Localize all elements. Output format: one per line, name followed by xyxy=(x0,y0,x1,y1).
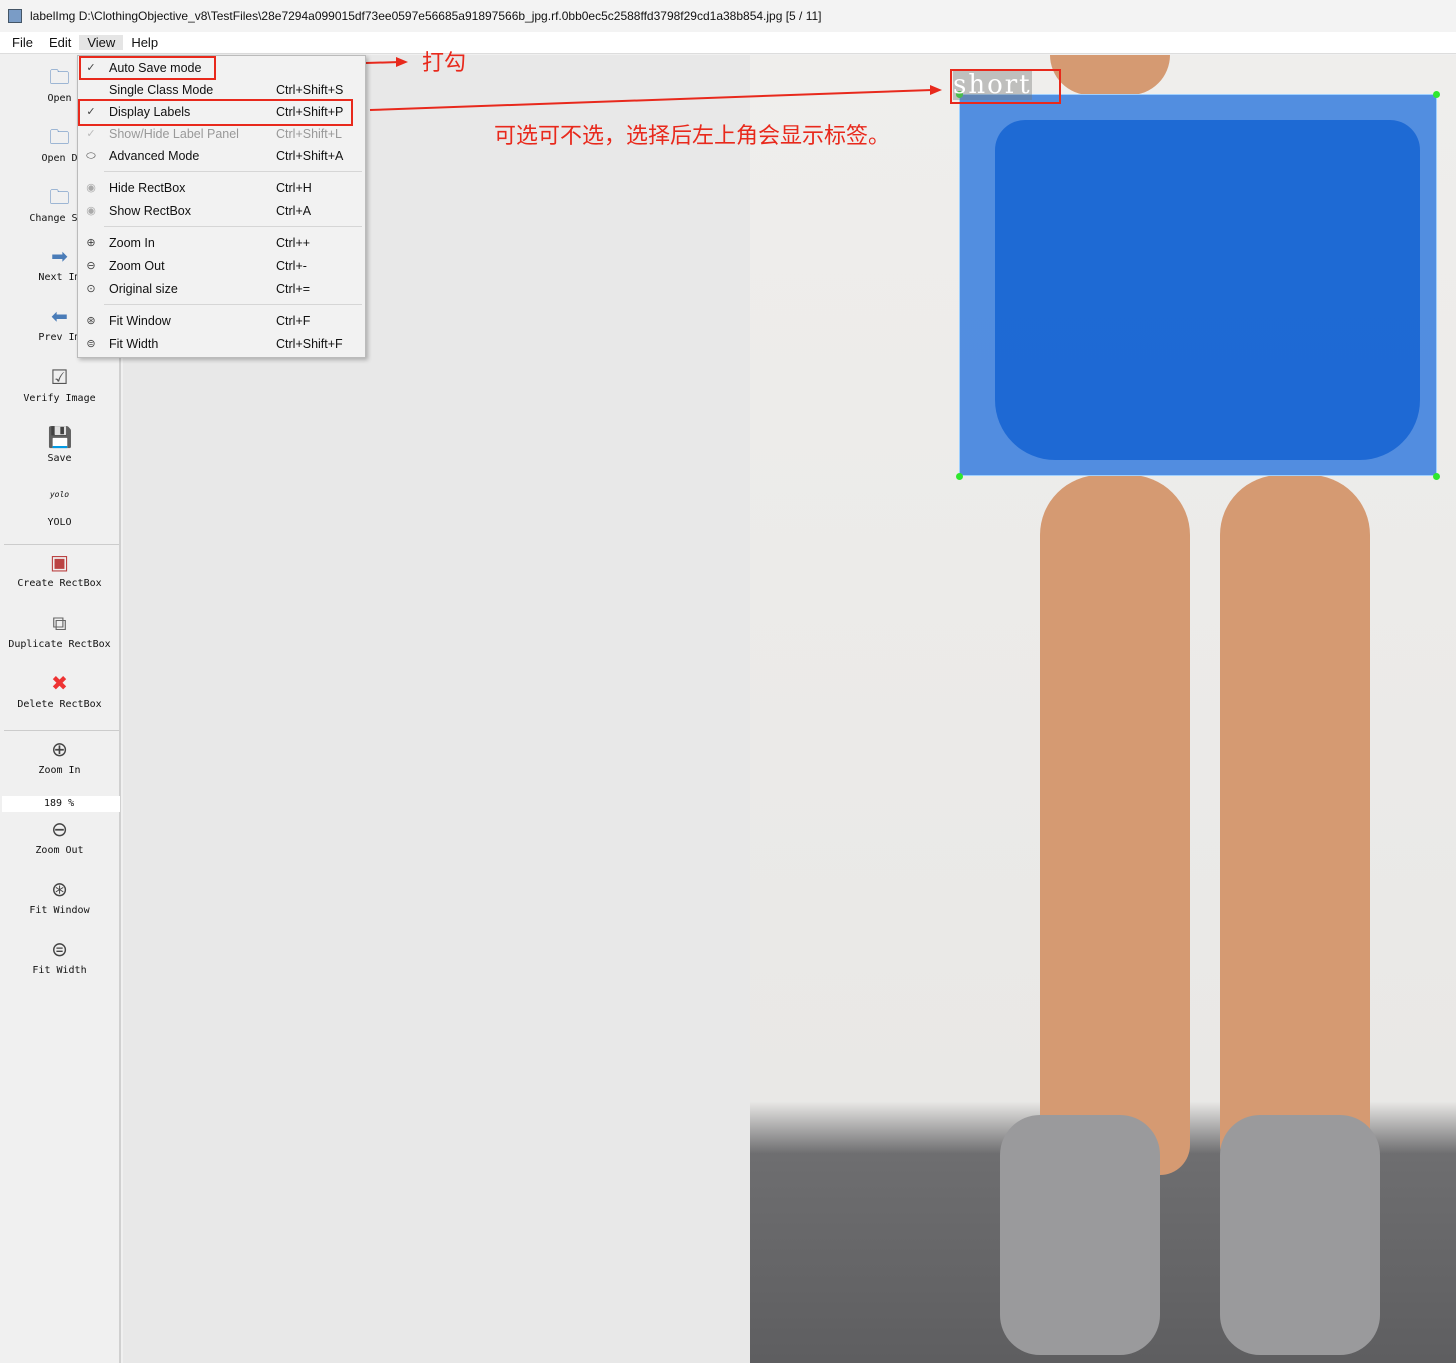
arrow-right-icon: ➡ xyxy=(51,244,68,268)
create-box-icon: ▣ xyxy=(50,550,69,574)
menu-item-advanced-mode[interactable]: ⬭ Advanced Mode Ctrl+Shift+A xyxy=(78,145,365,167)
verify-image-button[interactable]: ☑ Verify Image xyxy=(0,365,119,404)
zoom-value-input[interactable]: 189 % xyxy=(2,796,120,812)
arrow-left-icon: ⬅ xyxy=(51,304,68,328)
left-leg xyxy=(1040,475,1190,1175)
fit-window-icon: ⊛ xyxy=(51,877,68,901)
save-button[interactable]: 💾 Save xyxy=(0,425,119,464)
highlight-box xyxy=(78,99,353,126)
arrow-head xyxy=(396,57,408,67)
right-shoe xyxy=(1220,1115,1380,1355)
highlight-box xyxy=(79,56,216,80)
yolo-icon: yolo xyxy=(49,490,70,499)
zoom-in-button[interactable]: ⊕ Zoom In xyxy=(0,737,119,776)
fit-window-button[interactable]: ⊛ Fit Window xyxy=(0,877,119,916)
duplicate-rectbox-button[interactable]: ⧉ Duplicate RectBox xyxy=(0,611,119,650)
fit-width-button[interactable]: ⊜ Fit Width xyxy=(0,937,119,976)
delete-rectbox-button[interactable]: ✖ Delete RectBox xyxy=(0,671,119,710)
delete-icon: ✖ xyxy=(51,671,68,695)
menu-separator xyxy=(104,226,362,227)
save-icon: 💾 xyxy=(47,425,73,449)
original-size-icon: ⊙ xyxy=(86,283,96,295)
menu-item-single-class[interactable]: Single Class Mode Ctrl+Shift+S xyxy=(78,79,365,101)
menu-item-hide-rectbox[interactable]: ◉ Hide RectBox Ctrl+H xyxy=(78,177,365,199)
bbox-handle[interactable] xyxy=(956,473,963,480)
check-icon: ✓ xyxy=(86,128,96,140)
annotation-note: 可选可不选，选择后左上角会显示标签。 xyxy=(494,124,891,149)
eye-icon: ◉ xyxy=(86,182,96,194)
checkbox-icon: ☑ xyxy=(50,365,69,389)
menu-item-label-panel[interactable]: ✓ Show/Hide Label Panel Ctrl+Shift+L xyxy=(78,123,365,145)
zoom-out-icon: ⊖ xyxy=(51,817,68,841)
menu-item-show-rectbox[interactable]: ◉ Show RectBox Ctrl+A xyxy=(78,200,365,222)
menu-separator xyxy=(104,304,362,305)
menu-item-fit-window[interactable]: ⊛ Fit Window Ctrl+F xyxy=(78,310,365,332)
menu-item-zoom-out[interactable]: ⊖ Zoom Out Ctrl+- xyxy=(78,255,365,277)
yolo-format-button[interactable]: yolo YOLO xyxy=(0,490,119,528)
eye-icon: ◉ xyxy=(86,205,96,217)
menu-item-fit-width[interactable]: ⊜ Fit Width Ctrl+Shift+F xyxy=(78,333,365,355)
menu-separator xyxy=(104,171,362,172)
fit-width-icon: ⊜ xyxy=(51,937,68,961)
bbox-handle[interactable] xyxy=(1433,473,1440,480)
fit-window-icon: ⊛ xyxy=(86,315,96,327)
zoom-out-button[interactable]: ⊖ Zoom Out xyxy=(0,817,119,856)
menu-item-original-size[interactable]: ⊙ Original size Ctrl+= xyxy=(78,278,365,300)
arrow-head xyxy=(930,85,942,95)
fit-width-icon: ⊜ xyxy=(86,338,96,350)
separator xyxy=(4,544,119,545)
create-rectbox-button[interactable]: ▣ Create RectBox xyxy=(0,550,119,589)
right-leg xyxy=(1220,475,1370,1175)
zoom-in-icon: ⊕ xyxy=(51,737,68,761)
zoom-out-icon: ⊖ xyxy=(86,260,96,272)
arrow-line xyxy=(369,89,933,111)
advanced-mode-icon: ⬭ xyxy=(86,150,96,162)
left-shoe xyxy=(1000,1115,1160,1355)
annotation-check: 打勾 xyxy=(422,51,467,76)
separator xyxy=(4,730,119,731)
duplicate-icon: ⧉ xyxy=(52,611,67,635)
zoom-in-icon: ⊕ xyxy=(86,237,96,249)
menu-item-zoom-in[interactable]: ⊕ Zoom In Ctrl++ xyxy=(78,232,365,254)
